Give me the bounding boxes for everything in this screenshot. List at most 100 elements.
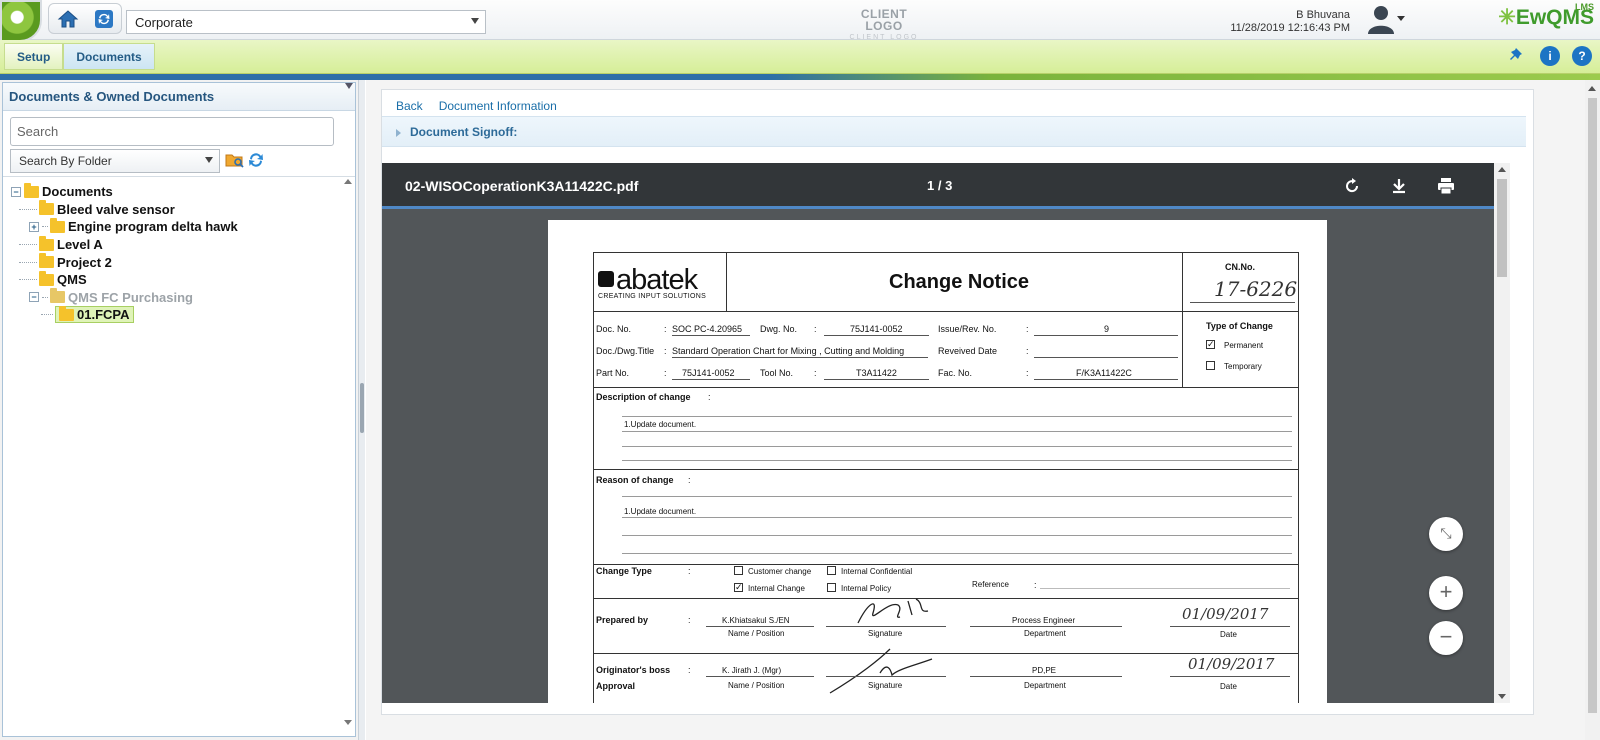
tree-item-level-a[interactable]: Level A — [11, 235, 331, 254]
internal-policy-checkbox — [827, 583, 836, 592]
zoom-in-icon[interactable]: + — [1429, 576, 1463, 610]
user-menu-caret-icon[interactable] — [1397, 16, 1405, 21]
tree-item-engine-program[interactable]: + Engine program delta hawk — [11, 217, 331, 236]
pdf-page-indicator: 1 / 3 — [927, 178, 953, 193]
description-value: 1.Update document. — [624, 420, 697, 429]
splitter-grip[interactable] — [360, 383, 364, 433]
expand-triangle-icon[interactable] — [396, 129, 401, 137]
originators-boss-label: Originator's boss — [596, 665, 671, 675]
nav-tabs: Setup Documents — [4, 43, 155, 70]
department-label: Department — [1024, 681, 1066, 690]
app-logo-icon[interactable] — [0, 0, 42, 42]
reason-label: Reason of change — [596, 475, 674, 485]
part-no-label: Part No. — [596, 368, 630, 378]
pdf-scroll-thumb[interactable] — [1497, 179, 1507, 277]
tree-separator — [3, 176, 355, 177]
pdf-scrollbar[interactable] — [1494, 163, 1510, 703]
user-info: B Bhuvana 11/28/2019 12:16:43 PM — [1230, 9, 1350, 35]
print-icon[interactable] — [1436, 176, 1456, 196]
document-information-link[interactable]: Document Information — [439, 99, 557, 113]
info-icon[interactable]: i — [1540, 46, 1560, 66]
reason-value: 1.Update document. — [624, 507, 697, 516]
tree-item-project-2[interactable]: Project 2 — [11, 253, 331, 271]
collapse-icon[interactable]: − — [29, 292, 39, 303]
document-signoff-label: Document Signoff: — [410, 125, 518, 139]
department-label: Department — [1024, 629, 1066, 638]
tree-connector — [41, 314, 53, 316]
document-content: Back Document Information Document Signo… — [366, 80, 1600, 740]
pin-icon[interactable] — [1508, 46, 1528, 66]
pdf-toolbar: 02-WISOCoperationK3A11422C.pdf 1 / 3 — [382, 163, 1494, 209]
scroll-up-icon[interactable] — [1498, 167, 1506, 172]
help-icon[interactable]: ? — [1572, 46, 1592, 66]
dwg-no-value: 75J141-0052 — [850, 324, 903, 334]
temporary-label: Temporary — [1224, 362, 1262, 371]
refresh-icon[interactable] — [94, 9, 114, 29]
sidebar-title: Documents & Owned Documents — [3, 83, 355, 111]
scroll-down-icon[interactable] — [1498, 694, 1506, 699]
home-icon[interactable] — [57, 9, 79, 29]
folder-search-icon[interactable] — [225, 151, 245, 169]
description-label: Description of change — [596, 392, 691, 402]
scroll-up-icon[interactable] — [1588, 86, 1596, 91]
tab-setup[interactable]: Setup — [4, 43, 64, 70]
internal-change-checkbox: ✓ — [734, 582, 743, 592]
tool-no-value: T3A11422 — [856, 368, 897, 378]
content-scrollbar[interactable] — [1585, 80, 1600, 740]
collapse-icon[interactable]: − — [11, 186, 21, 197]
scroll-down-icon[interactable] — [344, 720, 352, 725]
pdf-filename: 02-WISOCoperationK3A11422C.pdf — [405, 178, 639, 194]
user-avatar-icon[interactable] — [1366, 3, 1396, 35]
fit-page-icon[interactable]: ⤡ — [1429, 517, 1463, 551]
folder-icon — [59, 305, 74, 321]
internal-confidential-label: Internal Confidential — [841, 567, 913, 576]
pdf-page: abatek CREATING INPUT SOLUTIONS Change N… — [548, 220, 1327, 703]
folder-icon — [50, 217, 65, 233]
tree-item-label: Bleed valve sensor — [57, 201, 175, 217]
document-signoff-section[interactable]: Document Signoff: — [382, 116, 1526, 147]
tree-item-label: QMS FC Purchasing — [68, 289, 193, 305]
panel-splitter[interactable] — [358, 80, 365, 740]
tab-documents[interactable]: Documents — [63, 43, 155, 70]
boss-date: 01/09/2017 — [1188, 655, 1275, 673]
signature-label: Signature — [868, 629, 903, 638]
date-label: Date — [1220, 630, 1237, 639]
organization-select[interactable]: Corporate — [126, 10, 486, 34]
reference-label: Reference — [972, 580, 1009, 589]
tree-item-selected[interactable]: 01.FCPA — [55, 305, 134, 324]
tree-item-qms-fc-purchasing[interactable]: − QMS FC Purchasing — [11, 288, 331, 307]
expand-icon[interactable]: + — [29, 221, 39, 232]
content-scroll-thumb[interactable] — [1588, 98, 1597, 713]
title-label: Doc./Dwg.Title — [596, 346, 655, 356]
search-input[interactable] — [10, 117, 334, 146]
prepared-by-date: 01/09/2017 — [1182, 605, 1269, 623]
change-type-label: Change Type — [596, 566, 652, 576]
tree-item-label: Level A — [57, 237, 103, 253]
form-title: Change Notice — [889, 271, 1030, 293]
tree-root[interactable]: − Documents — [11, 182, 331, 201]
tree-item-qms[interactable]: QMS — [11, 270, 331, 289]
tree-item-label: QMS — [57, 272, 87, 288]
change-notice-form: abatek CREATING INPUT SOLUTIONS Change N… — [593, 252, 1299, 703]
customer-change-checkbox — [734, 566, 743, 575]
collapse-arrow-icon[interactable] — [345, 83, 353, 89]
permanent-label: Permanent — [1224, 341, 1264, 350]
date-label: Date — [1220, 682, 1237, 691]
temporary-checkbox — [1206, 361, 1215, 370]
fac-no-label: Fac. No. — [938, 368, 973, 378]
refresh-tree-icon[interactable] — [247, 151, 267, 169]
tree-scrollbar[interactable] — [342, 179, 354, 725]
cn-value: 17-6226 — [1214, 277, 1298, 301]
zoom-out-icon[interactable]: − — [1429, 621, 1463, 655]
scroll-up-icon[interactable] — [344, 179, 352, 184]
tool-no-label: Tool No. — [760, 368, 794, 378]
search-by-select[interactable]: Search By Folder — [10, 149, 220, 173]
folder-icon — [24, 182, 39, 198]
doc-no-value: SOC PC-4.20965 — [672, 324, 743, 334]
back-link[interactable]: Back — [396, 99, 423, 113]
fac-no-value: F/K3A11422C — [1076, 368, 1132, 378]
tree-item-01-fcpa[interactable]: 01.FCPA — [11, 305, 331, 324]
tree-item-bleed-valve-sensor[interactable]: Bleed valve sensor — [11, 200, 331, 219]
download-icon[interactable] — [1389, 176, 1409, 196]
rotate-icon[interactable] — [1342, 176, 1362, 196]
